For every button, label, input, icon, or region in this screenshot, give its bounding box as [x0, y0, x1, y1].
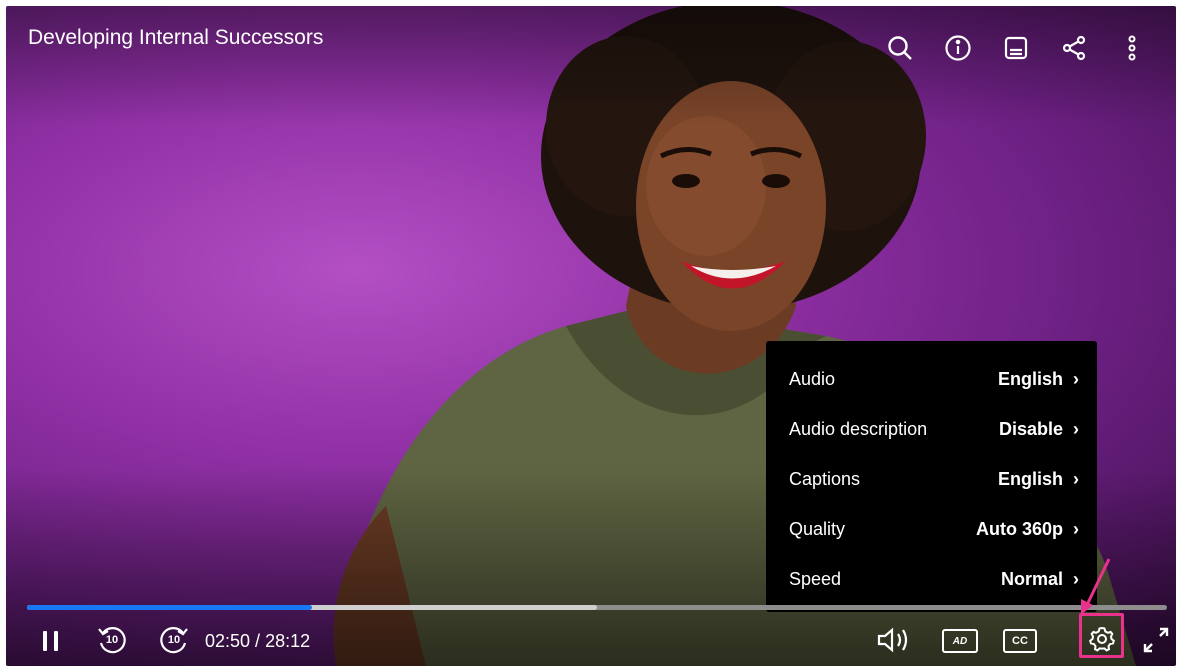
forward-10-button[interactable]: 10: [156, 622, 192, 658]
audio-description-button[interactable]: AD: [940, 626, 980, 656]
chevron-right-icon: ›: [1073, 418, 1079, 439]
settings-row-quality[interactable]: Quality Auto 360p ›: [766, 504, 1097, 554]
played-bar: [27, 605, 312, 610]
chevron-right-icon: ›: [1073, 368, 1079, 389]
settings-row-value-text: English: [997, 368, 1063, 389]
settings-row-value-text: English: [997, 468, 1063, 489]
settings-row-value-text: Auto 360p: [975, 518, 1063, 539]
settings-row-audio-description[interactable]: Audio description Disable ›: [766, 404, 1097, 454]
settings-row-label: Captions: [789, 468, 861, 489]
transcript-icon[interactable]: [996, 28, 1036, 68]
settings-highlight-box: [1079, 613, 1124, 658]
forward-label: 10: [167, 634, 181, 646]
volume-icon: [877, 627, 908, 653]
settings-row-value: Disable ›: [999, 419, 1079, 440]
share-icon[interactable]: [1054, 28, 1094, 68]
rewind-10-button[interactable]: 10: [94, 622, 130, 658]
progress-bar[interactable]: [27, 605, 1167, 610]
fullscreen-icon: [1143, 627, 1169, 653]
chevron-right-icon: ›: [1073, 518, 1079, 539]
settings-menu: Audio English › Audio description Disable › Ca…: [766, 341, 1097, 612]
more-icon[interactable]: [1112, 28, 1152, 68]
captions-button[interactable]: CC: [1000, 626, 1040, 656]
pause-button[interactable]: [36, 626, 66, 656]
settings-row-label: Audio description: [789, 418, 928, 439]
rewind-label: 10: [105, 634, 119, 646]
settings-row-value: Normal ›: [1001, 569, 1079, 590]
settings-row-captions[interactable]: Captions English ›: [766, 454, 1097, 504]
chevron-right-icon: ›: [1073, 468, 1079, 489]
settings-row-value: English ›: [998, 469, 1079, 490]
settings-row-label: Speed: [789, 568, 842, 589]
settings-row-value-text: Normal: [1000, 568, 1063, 589]
settings-row-value: English ›: [998, 369, 1079, 390]
pause-icon: [43, 631, 58, 651]
search-icon[interactable]: [880, 28, 920, 68]
pointer-arrow-icon: [1081, 558, 1111, 615]
video-player[interactable]: Developing Internal Successors Audio Eng…: [6, 6, 1176, 666]
time-separator: /: [250, 631, 266, 651]
settings-row-value: Auto 360p ›: [976, 519, 1079, 540]
audio-description-icon: AD: [942, 629, 978, 653]
settings-row-label: Audio: [789, 368, 836, 389]
current-time: 02:50: [205, 631, 251, 651]
video-title: Developing Internal Successors: [28, 26, 324, 49]
volume-button[interactable]: [874, 622, 918, 658]
time-display: 02:50 / 28:12: [205, 631, 310, 652]
settings-row-label: Quality: [789, 518, 846, 539]
audio-description-label: AD: [952, 635, 968, 647]
cc-icon: CC: [1003, 629, 1037, 653]
settings-row-audio[interactable]: Audio English ›: [766, 354, 1097, 404]
cc-label: CC: [1012, 635, 1028, 647]
info-icon[interactable]: [938, 28, 978, 68]
top-toolbar: [880, 28, 1152, 68]
settings-row-value-text: Disable: [998, 418, 1063, 439]
total-time: 28:12: [265, 631, 311, 651]
settings-row-speed[interactable]: Speed Normal ›: [766, 554, 1097, 604]
fullscreen-button[interactable]: [1138, 622, 1174, 658]
